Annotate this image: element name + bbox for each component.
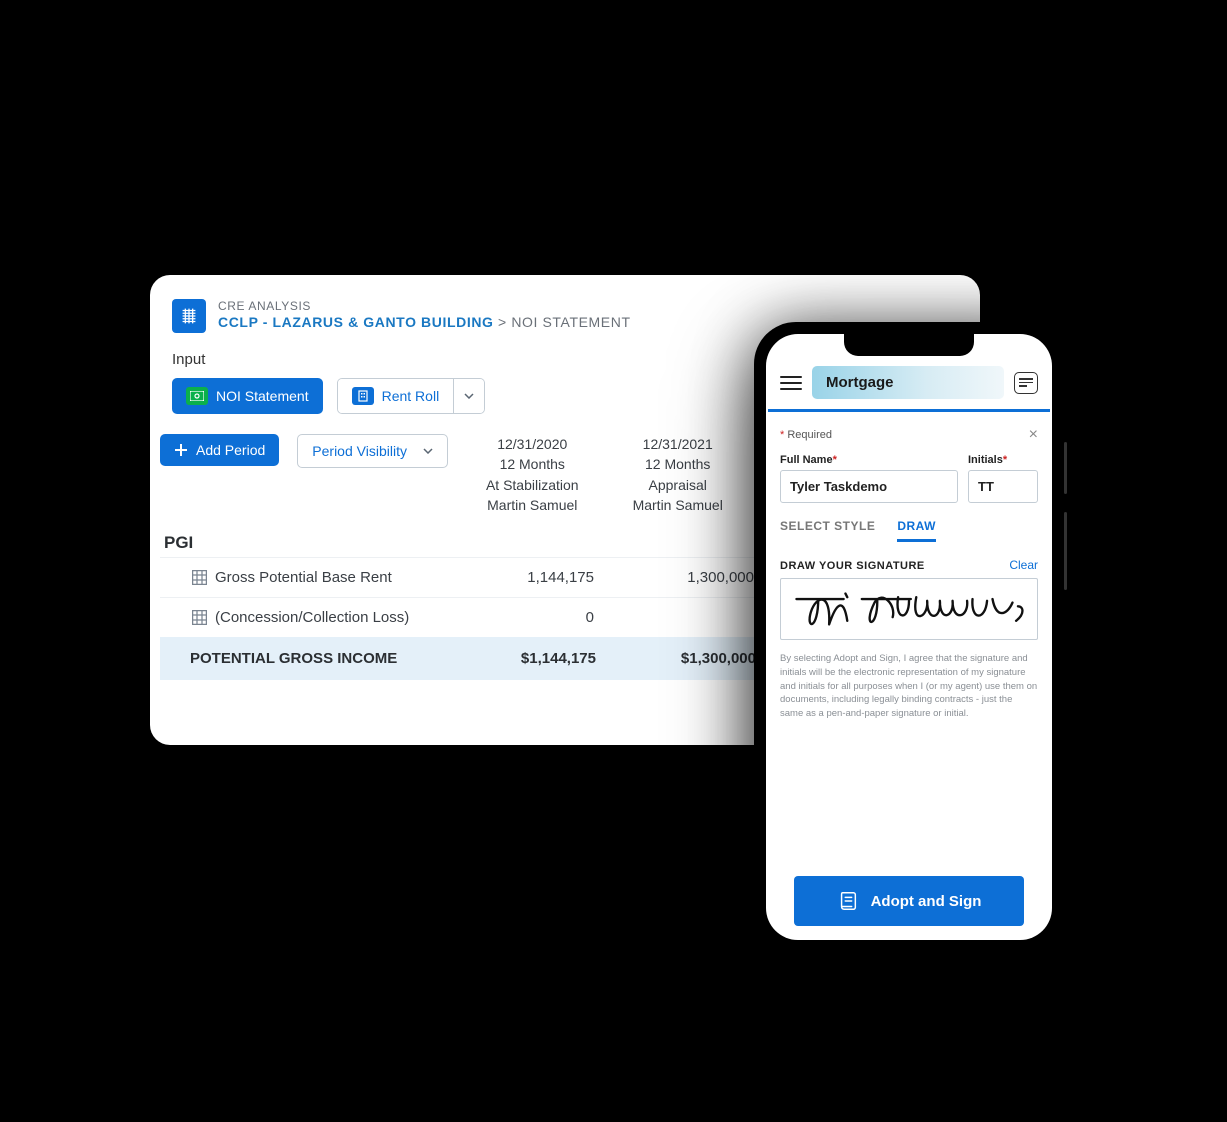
add-period-button[interactable]: Add Period [160, 434, 279, 466]
phone-side-button [1064, 442, 1067, 494]
noi-statement-button[interactable]: NOI Statement [172, 378, 323, 414]
row-value: 1,300,000 [616, 569, 776, 586]
period-months: 12 Months [633, 454, 723, 474]
breadcrumb-path[interactable]: CCLP - LAZARUS & GANTO BUILDING > NOI ST… [218, 314, 631, 330]
clear-signature-button[interactable]: Clear [1009, 558, 1038, 572]
period-column: 12/31/2020 12 Months At Stabilization Ma… [486, 434, 579, 515]
row-value: 1,144,175 [456, 569, 616, 586]
rent-roll-button[interactable]: Rent Roll [338, 379, 454, 413]
period-date: 12/31/2020 [486, 434, 579, 454]
analysis-grid-icon [172, 299, 206, 333]
row-label: Gross Potential Base Rent [215, 569, 392, 586]
legal-disclaimer: By selecting Adopt and Sign, I agree tha… [780, 652, 1038, 721]
row-label: (Concession/Collection Loss) [215, 609, 409, 626]
initials-label: Initials* [968, 454, 1038, 466]
plus-icon [174, 443, 188, 457]
building-icon [352, 387, 374, 405]
total-value: $1,144,175 [458, 650, 618, 667]
menu-icon[interactable] [780, 376, 802, 390]
required-label: * Required [780, 429, 832, 441]
breadcrumb-separator: > [498, 314, 507, 330]
noi-statement-label: NOI Statement [216, 388, 309, 404]
breadcrumb-leaf: NOI STATEMENT [511, 314, 630, 330]
full-name-label: Full Name* [780, 454, 958, 466]
initials-input[interactable] [968, 470, 1038, 503]
chat-icon[interactable] [1014, 372, 1038, 394]
add-period-label: Add Period [196, 442, 265, 458]
total-label: POTENTIAL GROSS INCOME [168, 650, 458, 667]
period-visibility-button[interactable]: Period Visibility [297, 434, 448, 468]
period-date: 12/31/2021 [633, 434, 723, 454]
signature-canvas[interactable] [780, 578, 1038, 640]
period-months: 12 Months [486, 454, 579, 474]
rent-roll-label: Rent Roll [382, 388, 440, 404]
breadcrumb-category: CRE ANALYSIS [218, 299, 631, 313]
period-basis: Appraisal [633, 475, 723, 495]
tab-select-style[interactable]: SELECT STYLE [780, 519, 875, 542]
period-visibility-label: Period Visibility [312, 443, 407, 459]
phone-side-button [1064, 512, 1067, 590]
grid-icon [192, 570, 207, 585]
period-author: Martin Samuel [486, 495, 579, 515]
adopt-and-sign-label: Adopt and Sign [871, 893, 982, 910]
draw-signature-label: DRAW YOUR SIGNATURE [780, 560, 925, 572]
chevron-down-icon [423, 448, 433, 454]
close-icon[interactable]: × [1029, 426, 1038, 444]
period-column: 12/31/2021 12 Months Appraisal Martin Sa… [633, 434, 723, 515]
period-basis: At Stabilization [486, 475, 579, 495]
row-value: 0 [456, 609, 616, 626]
adopt-and-sign-button[interactable]: Adopt and Sign [794, 876, 1024, 926]
scroll-icon [837, 890, 859, 912]
rent-roll-dropdown[interactable] [453, 379, 484, 413]
tab-draw[interactable]: DRAW [897, 519, 936, 542]
chevron-down-icon [464, 393, 474, 399]
signature-drawing [791, 583, 1027, 635]
rent-roll-button-group: Rent Roll [337, 378, 486, 414]
period-author: Martin Samuel [633, 495, 723, 515]
page-title: Mortgage [812, 366, 1004, 399]
grid-icon [192, 610, 207, 625]
phone-device: Mortgage * Required × Full Name* Initial… [754, 322, 1064, 952]
cash-icon [186, 387, 208, 405]
phone-notch [844, 334, 974, 356]
full-name-input[interactable] [780, 470, 958, 503]
breadcrumb-entity[interactable]: CCLP - LAZARUS & GANTO BUILDING [218, 314, 494, 330]
